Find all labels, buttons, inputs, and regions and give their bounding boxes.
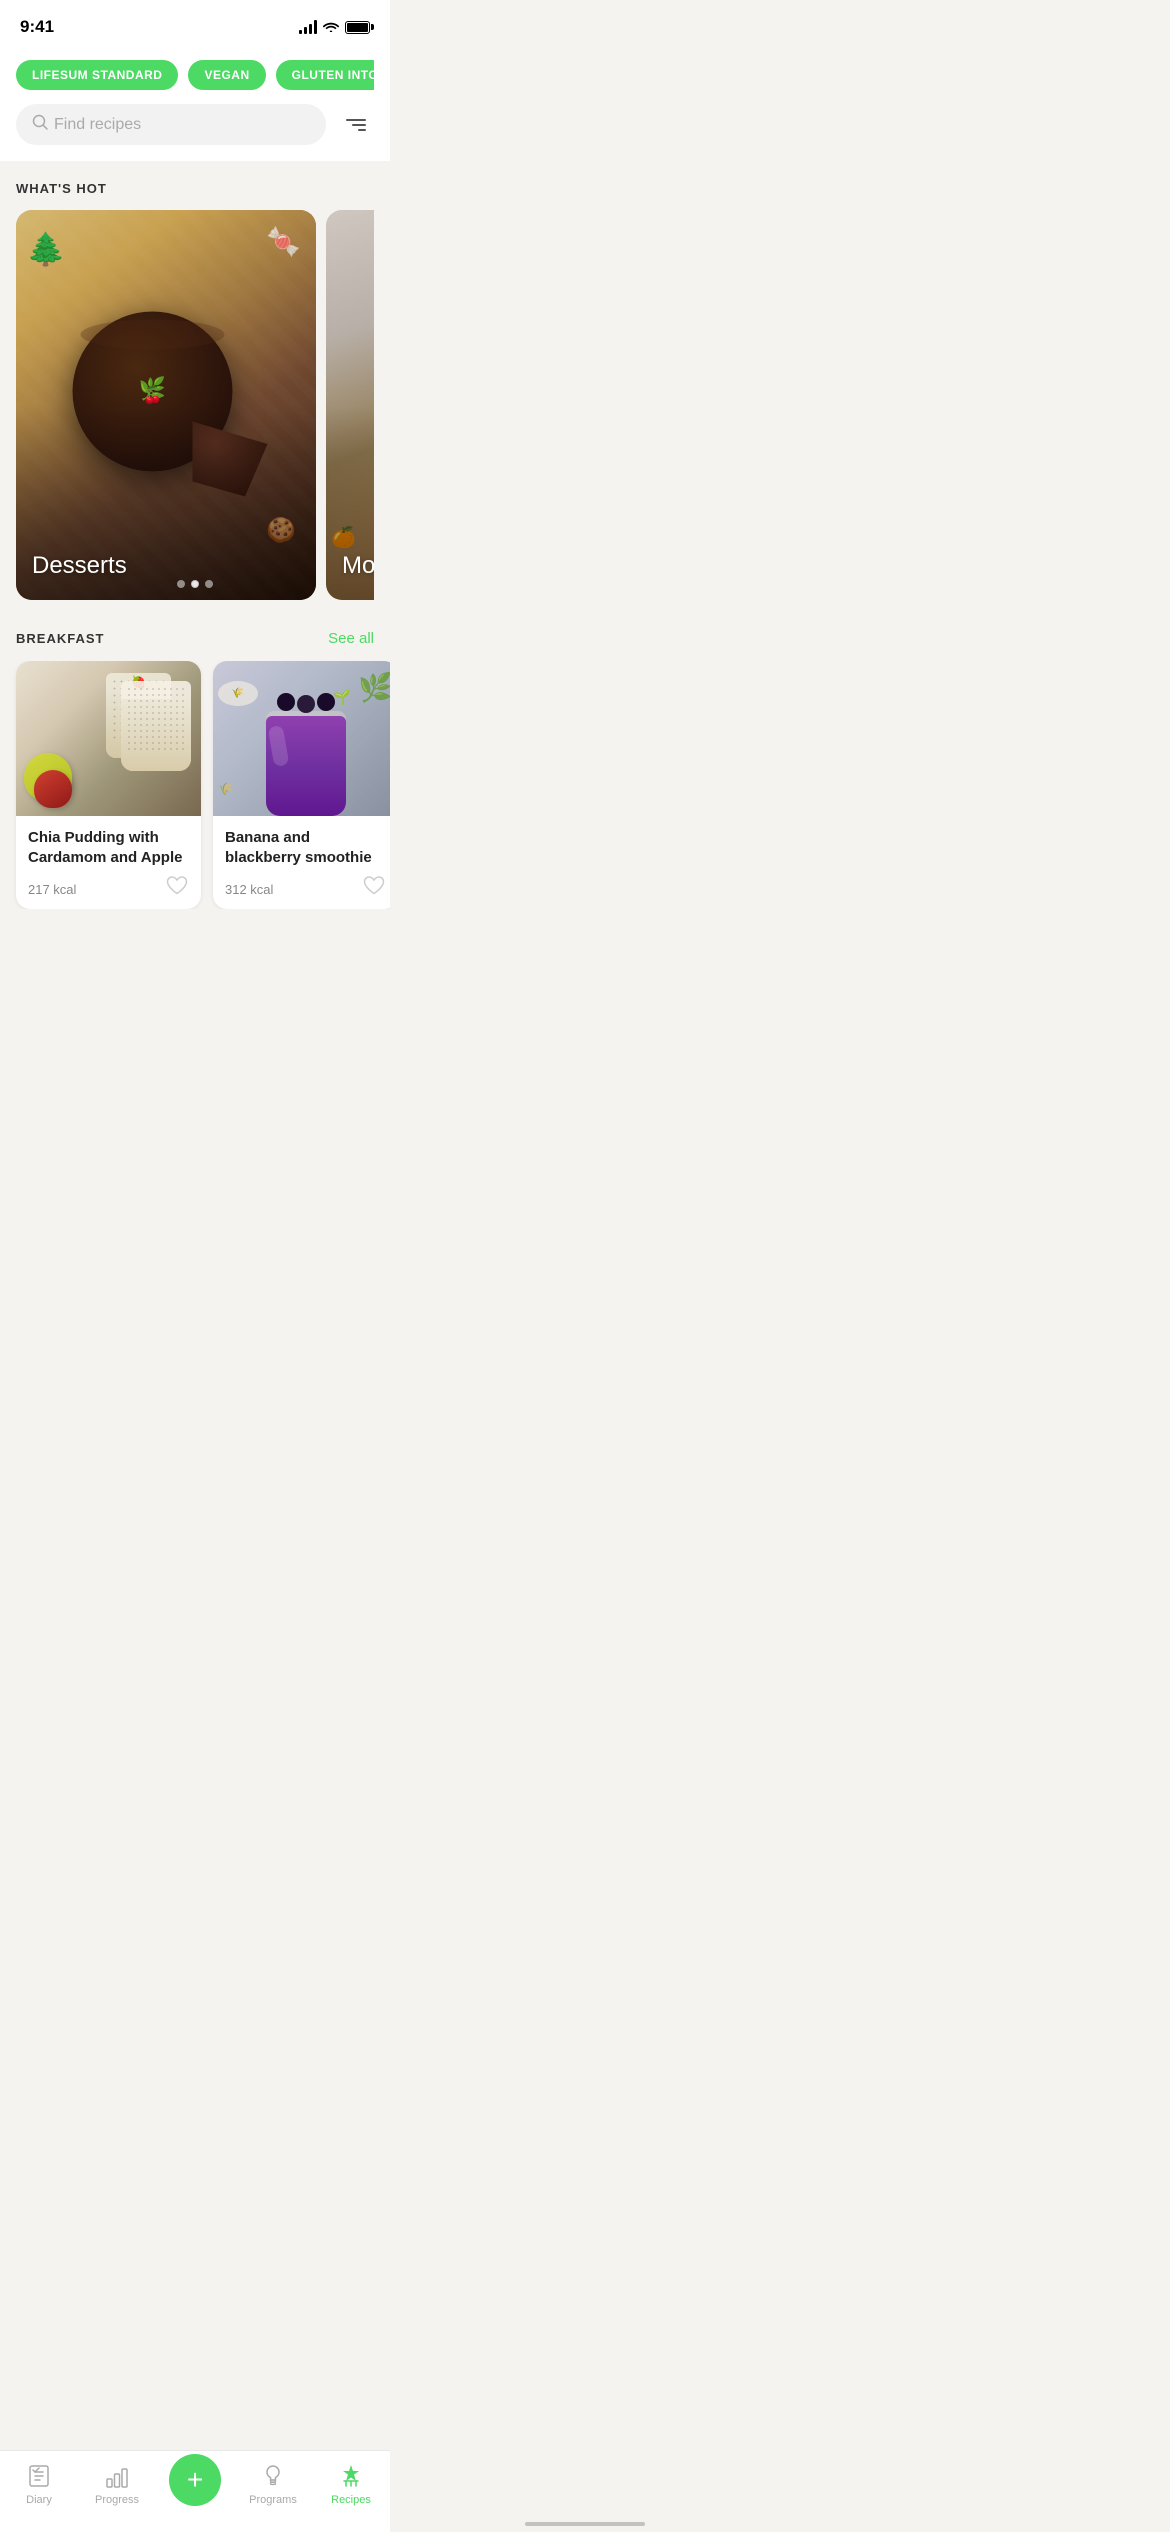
top-section: LIFESUM STANDARD VEGAN GLUTEN INTO... Fi… [0, 48, 390, 161]
add-button[interactable]: + [169, 2454, 221, 2506]
recipe-card-chia[interactable]: 🍓 Chia Pudding with Cardamom and Apple 2… [16, 661, 201, 909]
chia-recipe-footer: 217 kcal [28, 873, 189, 897]
chia-kcal: 217 kcal [28, 882, 76, 897]
carousel-dots [16, 580, 374, 588]
chia-favorite-button[interactable] [165, 873, 189, 897]
smoothie-kcal: 312 kcal [225, 882, 273, 897]
search-icon [32, 114, 48, 135]
signal-icon [299, 20, 317, 34]
recipe-card-smoothie[interactable]: 🌿 🌾 🌾 [213, 661, 390, 909]
breakfast-header: BREAKFAST See all [0, 610, 390, 661]
berries-on-top [277, 693, 335, 713]
nav-progress[interactable]: Progress [78, 2462, 156, 2506]
status-time: 9:41 [20, 17, 54, 37]
nav-add[interactable]: + [156, 2462, 234, 2506]
chia-recipe-name: Chia Pudding with Cardamom and Apple [28, 828, 189, 867]
status-icons [299, 19, 370, 35]
smoothie-recipe-name: Banana and blackberry smoothie [225, 828, 386, 867]
smoothie-recipe-footer: 312 kcal [225, 873, 386, 897]
hot-card-mock[interactable]: 🍊 Mock... [326, 210, 374, 600]
search-row: Find recipes [16, 104, 374, 145]
oats-decoration: 🌾 [218, 782, 233, 796]
plan-tag-gluten[interactable]: GLUTEN INTO... [276, 60, 374, 90]
programs-label: Programs [249, 2494, 297, 2506]
breakfast-title: BREAKFAST [16, 631, 104, 646]
home-indicator [525, 2522, 645, 2526]
nav-recipes[interactable]: Recipes [312, 2462, 390, 2506]
whats-hot-section: WHAT'S HOT 🌲 [0, 181, 390, 600]
desserts-label: Desserts [32, 552, 127, 580]
hot-card-desserts[interactable]: 🌲 🌿 🍒 [16, 210, 316, 600]
hot-carousel: 🌲 🌿 🍒 [16, 210, 374, 600]
candy-decoration: 🍬 [266, 225, 301, 258]
breakfast-section: BREAKFAST See all 🍓 [0, 610, 390, 909]
nav-programs[interactable]: Programs [234, 2462, 312, 2506]
smoothie-cup-outer: 🌱 [266, 711, 346, 816]
status-bar: 9:41 [0, 0, 390, 48]
apple-red [34, 770, 72, 808]
smoothie-image: 🌿 🌾 🌾 [213, 661, 390, 816]
plan-tags: LIFESUM STANDARD VEGAN GLUTEN INTO... [16, 60, 374, 90]
progress-icon [103, 2462, 131, 2490]
search-bar[interactable]: Find recipes [16, 104, 326, 145]
see-all-button[interactable]: See all [328, 630, 374, 647]
programs-icon [259, 2462, 287, 2490]
bottom-nav: Diary Progress + Programs [0, 2450, 390, 2532]
chia-card-body: Chia Pudding with Cardamom and Apple 217… [16, 816, 201, 909]
recipes-label: Recipes [331, 2494, 371, 2506]
battery-icon [345, 21, 370, 34]
mock-label: Mock... [342, 552, 374, 580]
chia-pudding-image: 🍓 [16, 661, 201, 816]
progress-label: Progress [95, 2494, 139, 2506]
oats-bowl: 🌾 [218, 681, 258, 706]
whats-hot-title: WHAT'S HOT [16, 181, 374, 196]
smoothie-card-body: Banana and blackberry smoothie 312 kcal [213, 816, 390, 909]
recipes-icon [337, 2462, 365, 2490]
diary-icon [25, 2462, 53, 2490]
dot-3 [205, 580, 213, 588]
dot-2-active [191, 580, 199, 588]
plan-tag-standard[interactable]: LIFESUM STANDARD [16, 60, 178, 90]
nav-diary[interactable]: Diary [0, 2462, 78, 2506]
smoothie-favorite-button[interactable] [362, 873, 386, 897]
search-placeholder: Find recipes [54, 116, 141, 134]
herb-decoration: 🌿 [358, 671, 390, 704]
filter-button[interactable] [338, 107, 374, 143]
cup-front [121, 681, 191, 771]
diary-label: Diary [26, 2494, 52, 2506]
filter-lines-icon [346, 119, 366, 131]
dot-1 [177, 580, 185, 588]
recipe-cards: 🍓 Chia Pudding with Cardamom and Apple 2… [0, 661, 390, 909]
wifi-icon [323, 19, 339, 35]
pine-decoration: 🌲 [26, 230, 66, 268]
plan-tag-vegan[interactable]: VEGAN [188, 60, 265, 90]
